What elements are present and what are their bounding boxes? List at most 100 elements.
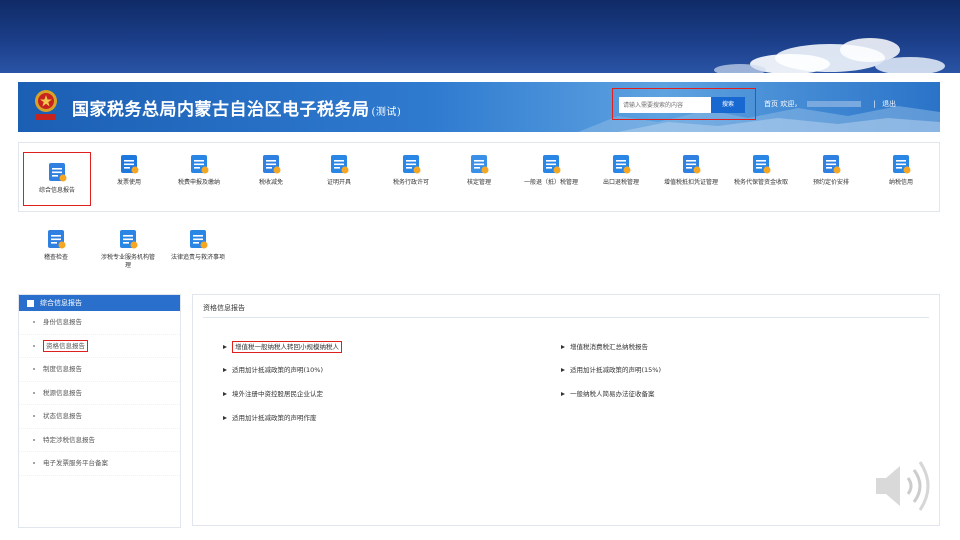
sidebar-item-label: 状态信息报告 [43,412,82,420]
invoice-icon [118,153,140,175]
triangle-right-icon [561,392,565,396]
function-label: 证明开具 [326,179,351,186]
sidebar-item[interactable]: 税源信息报告 [19,382,180,405]
function-icon-panel: 综合信息报告 发票使用 税费申报及缴纳 税收减免 证明开具 税务行政许可 核定管理 一般退（抵… [18,142,940,212]
triangle-right-icon [561,345,565,349]
function-folder-item[interactable]: 证明开具 [305,143,373,187]
banner-divider [0,73,960,76]
function-label: 发票使用 [116,179,141,186]
function-checklist-item[interactable]: 税收减免 [237,143,305,187]
function-calendar-item[interactable]: 预约定价安排 [797,143,865,187]
report-link[interactable]: 境外注册中资控股居民企业认定 [223,388,323,398]
main-title: 资格信息报告 [203,304,245,312]
function-label: 预约定价安排 [812,179,849,186]
function-credit-item[interactable]: 纳税信用 [867,143,935,187]
export-refund-icon [610,153,632,175]
law-book-icon [187,228,209,250]
function-export-refund-item[interactable]: 出口退税管理 [587,143,655,187]
report-link[interactable]: 适用加计抵减政策的声明(10%) [223,364,323,374]
checklist-icon [260,153,282,175]
function-tax-payment-item[interactable]: 税费申报及缴纳 [165,143,233,187]
search-button[interactable]: 搜索 [711,97,745,113]
sidebar-item-label: 身份信息报告 [43,318,82,326]
function-tax-check-item[interactable]: 核定管理 [445,143,513,187]
tax-check-icon [468,153,490,175]
inspection-shield-icon [45,228,67,250]
sidebar-header-label: 综合信息报告 [40,299,82,307]
slide-top-banner [0,0,960,76]
site-title-text: 国家税务总局内蒙古自治区电子税务局 [72,100,370,120]
sidebar-item-label: 资格信息报告 [43,339,88,352]
report-link-label: 增值税一般纳税人转回小规模纳税人 [232,341,342,353]
sidebar-item-label: 税源信息报告 [43,388,82,397]
national-emblem-icon [32,88,60,122]
triangle-right-icon [223,416,227,420]
triangle-right-icon [561,368,565,372]
bullet-icon [33,368,35,370]
sidebar: 综合信息报告 身份信息报告资格信息报告制度信息报告 税源信息报告 状态信息报告特定涉… [18,294,181,528]
report-link-label: 适用加计抵减政策的声明作废 [232,414,317,422]
function-invoice-item[interactable]: 发票使用 [95,143,163,187]
report-link[interactable]: 增值税消费税汇总纳税报告 [561,341,648,351]
function-document-user-item[interactable]: 综合信息报告 [23,152,91,206]
sidebar-item[interactable]: 特定涉税信息报告 [19,429,180,452]
sidebar-item[interactable]: 资格信息报告 [19,335,180,358]
main-content: 资格信息报告 增值税一般纳税人转回小规模纳税人适用加计抵减政策的声明(10%) 境… [192,294,940,526]
custody-fund-icon [750,153,772,175]
function-label: 法律追责与救济事项 [170,254,225,261]
cloud-decoration [714,38,945,76]
vat-voucher-icon [680,153,702,175]
home-link[interactable]: 首页 [764,100,778,108]
triangle-right-icon [223,392,227,396]
function-inspection-shield-item[interactable]: 稽查检查 [22,228,90,262]
function-agency-item[interactable]: 涉税专业服务机构管理 [94,228,162,270]
function-label: 税务行政许可 [392,179,429,186]
sidebar-item[interactable]: 状态信息报告 [19,405,180,429]
site-title: 国家税务总局内蒙古自治区电子税务局 (测试) [72,95,401,120]
function-label: 税收减免 [258,179,283,186]
folder-icon [328,153,350,175]
function-label: 税费申报及缴纳 [177,179,220,186]
report-link-label: 适用加计抵减政策的声明(15%) [570,366,662,374]
header-separator: | [873,100,876,108]
sidebar-item[interactable]: 电子发票服务平台备案 [19,452,180,476]
function-vat-voucher-item[interactable]: 增值税抵扣凭证管理 [657,143,725,187]
function-label-line2: 理 [124,262,131,269]
function-custody-fund-item[interactable]: 税务代保管资金收取 [727,143,795,187]
function-label: 税务代保管资金收取 [733,179,788,186]
search-area-highlight: 搜索 [612,88,756,120]
sidebar-item-label: 制度信息报告 [43,365,82,373]
sidebar-item[interactable]: 制度信息报告 [19,358,180,382]
report-link-label: 增值税消费税汇总纳税报告 [570,343,648,351]
title-divider [203,317,929,318]
search-input[interactable] [619,97,711,113]
report-link-label: 境外注册中资控股居民企业认定 [232,390,323,398]
agency-icon [117,228,139,250]
report-link[interactable]: 增值税一般纳税人转回小规模纳税人 [223,341,342,353]
function-label: 综合信息报告 [38,187,75,194]
presentation-slide: 国家税务总局内蒙古自治区电子税务局(测试) 搜索 首页 欢迎， | 退出 综合信… [0,0,960,540]
sidebar-item-label: 电子发票服务平台备案 [43,459,108,467]
function-icon-row-2: 稽查检查 涉税专业服务机构管理法律追责与救济事项 [18,224,940,284]
report-link[interactable]: 一般纳税人简易办法征收备案 [561,388,655,398]
report-link[interactable]: 适用加计抵减政策的声明作废 [223,412,317,422]
function-refund-item[interactable]: 一般退（抵）税管理 [517,143,585,187]
function-law-book-item[interactable]: 法律追责与救济事项 [164,228,232,262]
license-icon [400,153,422,175]
function-label: 涉税专业服务机构管 [100,254,155,261]
refund-icon [540,153,562,175]
bullet-icon [33,438,35,441]
report-link[interactable]: 适用加计抵减政策的声明(15%) [561,364,661,374]
sidebar-item[interactable]: 身份信息报告 [19,311,180,335]
logout-link[interactable]: 退出 [882,100,896,108]
document-user-icon [46,161,68,183]
sidebar-header: 综合信息报告 [19,295,180,311]
speaker-audio-icon[interactable] [866,456,936,516]
function-label: 一般退（抵）税管理 [523,179,578,186]
report-icon [27,299,34,307]
function-license-item[interactable]: 税务行政许可 [377,143,445,187]
masked-username [807,101,862,107]
report-link-label: 适用加计抵减政策的声明(10%) [232,366,324,374]
bullet-icon [33,321,35,323]
header-links: 首页 欢迎， | 退出 [764,99,896,109]
